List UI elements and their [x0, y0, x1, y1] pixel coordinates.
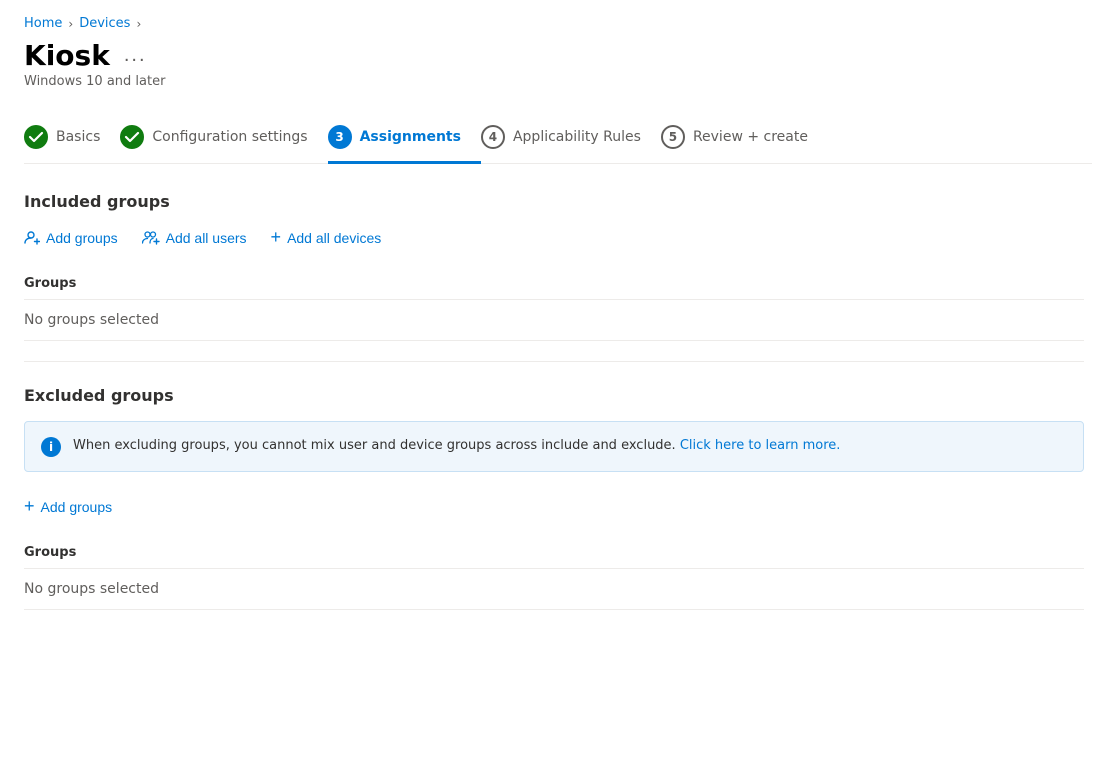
info-message: When excluding groups, you cannot mix us…	[73, 438, 676, 453]
section-divider	[24, 361, 1084, 362]
excluded-groups-title: Excluded groups	[24, 386, 1084, 405]
add-all-users-label: Add all users	[166, 230, 247, 246]
included-groups-col-header: Groups	[24, 268, 1084, 300]
more-options-button[interactable]: ...	[120, 44, 151, 67]
info-box: i When excluding groups, you cannot mix …	[24, 421, 1084, 472]
plus-icon: +	[271, 227, 282, 248]
included-groups-table: Groups No groups selected	[24, 268, 1084, 341]
included-groups-title: Included groups	[24, 192, 1084, 211]
add-groups-included-button[interactable]: Add groups	[24, 229, 118, 247]
step-applicability-icon: 4	[481, 125, 505, 149]
step-review-label: Review + create	[693, 129, 808, 145]
included-groups-empty: No groups selected	[24, 300, 1084, 341]
step-applicability-label: Applicability Rules	[513, 129, 641, 145]
breadcrumb-sep2: ›	[136, 17, 141, 31]
main-content: Included groups Add groups	[24, 192, 1084, 610]
table-row: No groups selected	[24, 569, 1084, 610]
add-groups-excluded-button[interactable]: + Add groups	[24, 496, 112, 517]
included-groups-actions: Add groups Add all users + Add all devic…	[24, 227, 1084, 248]
info-text: When excluding groups, you cannot mix us…	[73, 436, 840, 456]
info-icon: i	[41, 437, 61, 457]
info-link[interactable]: Click here to learn more.	[680, 438, 841, 453]
page-title: Kiosk	[24, 39, 110, 72]
breadcrumb-home[interactable]: Home	[24, 16, 62, 31]
excluded-groups-table: Groups No groups selected	[24, 537, 1084, 610]
step-assignments-label: Assignments	[360, 129, 461, 145]
steps-bar: Basics Configuration settings 3 Assignme…	[24, 113, 1092, 164]
person-add-icon	[24, 229, 40, 247]
add-all-devices-button[interactable]: + Add all devices	[271, 227, 382, 248]
breadcrumb-sep1: ›	[68, 17, 73, 31]
step-basics[interactable]: Basics	[24, 113, 120, 164]
step-review-icon: 5	[661, 125, 685, 149]
excluded-groups-empty: No groups selected	[24, 569, 1084, 610]
add-all-users-button[interactable]: Add all users	[142, 229, 247, 247]
step-review[interactable]: 5 Review + create	[661, 113, 828, 164]
page-subtitle: Windows 10 and later	[24, 74, 1092, 89]
table-row: No groups selected	[24, 300, 1084, 341]
step-applicability[interactable]: 4 Applicability Rules	[481, 113, 661, 164]
step-basics-icon	[24, 125, 48, 149]
step-configuration-label: Configuration settings	[152, 129, 307, 145]
step-configuration-icon	[120, 125, 144, 149]
breadcrumb-devices[interactable]: Devices	[79, 16, 130, 31]
breadcrumb: Home › Devices ›	[24, 16, 1092, 31]
plus-excluded-icon: +	[24, 496, 35, 517]
page-header: Kiosk ... Windows 10 and later	[24, 39, 1092, 89]
add-groups-excluded-label: Add groups	[41, 499, 113, 515]
add-groups-included-label: Add groups	[46, 230, 118, 246]
add-all-devices-label: Add all devices	[287, 230, 381, 246]
step-configuration[interactable]: Configuration settings	[120, 113, 327, 164]
excluded-groups-col-header: Groups	[24, 537, 1084, 569]
step-basics-label: Basics	[56, 129, 100, 145]
step-assignments[interactable]: 3 Assignments	[328, 113, 481, 164]
step-assignments-icon: 3	[328, 125, 352, 149]
people-add-icon	[142, 229, 160, 247]
excluded-groups-actions: + Add groups	[24, 496, 1084, 517]
